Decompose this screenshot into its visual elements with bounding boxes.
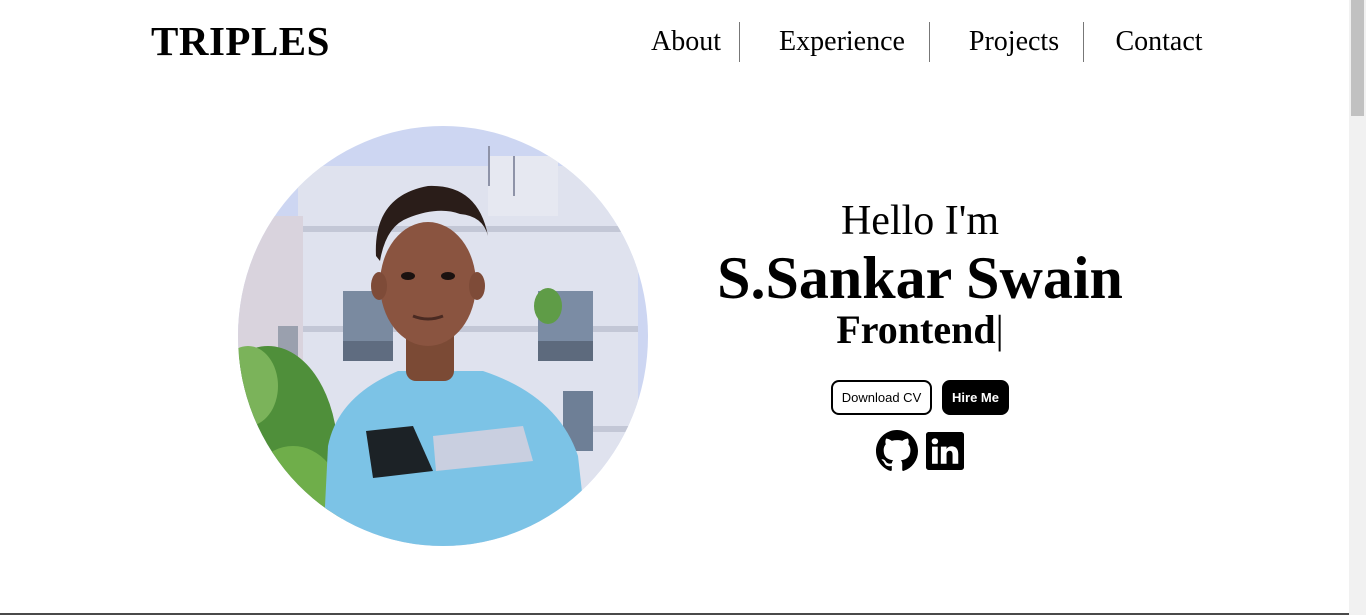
download-cv-button[interactable]: Download CV — [831, 380, 932, 415]
nav-experience[interactable]: Experience — [756, 22, 928, 62]
hire-me-button[interactable]: Hire Me — [942, 380, 1009, 415]
hero-greeting: Hello I'm — [840, 198, 1000, 244]
hero-role: Frontend — [836, 307, 996, 352]
profile-photo — [238, 126, 648, 546]
nav-about[interactable]: About — [634, 22, 738, 62]
typing-caret: | — [995, 307, 1004, 352]
site-logo[interactable]: TRIPLES — [151, 18, 330, 64]
hero-role-line: Frontend| — [700, 306, 1140, 354]
nav-divider — [1083, 22, 1084, 62]
hero-intro: Hello I'm S.Sankar Swain Frontend| — [700, 196, 1140, 354]
nav-contact[interactable]: Contact — [1100, 22, 1218, 62]
nav-projects[interactable]: Projects — [946, 22, 1082, 62]
linkedin-icon[interactable] — [926, 430, 966, 470]
github-icon[interactable] — [876, 430, 918, 471]
scrollbar-thumb[interactable] — [1351, 0, 1364, 116]
page-scrollbar[interactable] — [1349, 0, 1366, 615]
hero-name: S.Sankar Swain — [717, 245, 1123, 311]
nav-divider — [739, 22, 740, 62]
nav-divider — [929, 22, 930, 62]
